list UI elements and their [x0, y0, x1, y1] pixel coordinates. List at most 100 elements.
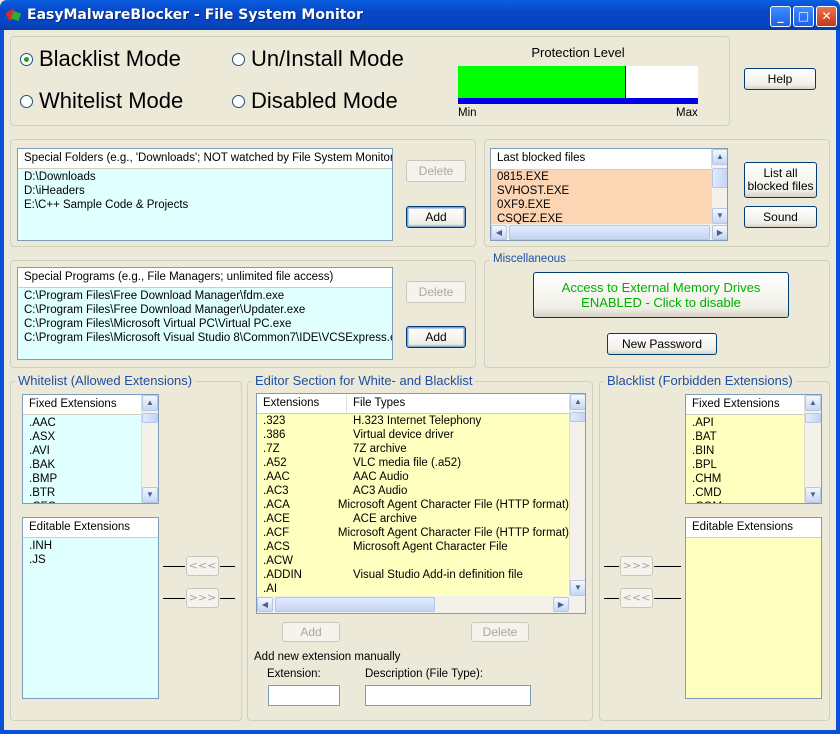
special-program-item[interactable]: C:\Program Files\Microsoft Visual Studio… [18, 331, 392, 345]
whitelist-fixed-vscroll[interactable]: ▲ ▼ [141, 395, 158, 503]
whitelist-move-left-button[interactable]: <<< [186, 556, 219, 576]
blacklist-fixed-item[interactable]: .BAT [686, 430, 805, 444]
special-folders-list[interactable]: Special Folders (e.g., 'Downloads'; NOT … [17, 148, 393, 241]
whitelist-editable-list[interactable]: Editable Extensions .INH .JS [22, 517, 159, 699]
blacklist-fixed-item[interactable]: .CHM [686, 472, 805, 486]
scroll-down-arrow-icon[interactable]: ▼ [805, 487, 821, 503]
new-password-button[interactable]: New Password [607, 333, 717, 355]
special-programs-add-button[interactable]: Add [406, 326, 466, 348]
radio-icon [20, 94, 33, 108]
list-all-blocked-button[interactable]: List all blocked files [744, 162, 817, 198]
maximize-button[interactable]: □ [793, 6, 814, 27]
window-title: EasyMalwareBlocker - File System Monitor [27, 7, 363, 23]
special-program-item[interactable]: C:\Program Files\Microsoft Virtual PC\Vi… [18, 317, 392, 331]
blocked-file-item[interactable]: 0XF9.EXE [491, 198, 711, 212]
editor-delete-button[interactable]: Delete [471, 622, 529, 642]
scroll-left-arrow-icon[interactable]: ◀ [257, 597, 273, 612]
description-input[interactable] [365, 685, 531, 706]
editor-row[interactable]: .AAC AAC Audio [257, 470, 569, 484]
blacklist-editable-list[interactable]: Editable Extensions [685, 517, 822, 699]
minimize-button[interactable]: _ [770, 6, 791, 27]
close-button[interactable]: ✕ [816, 6, 837, 27]
whitelist-editable-item[interactable]: .INH [23, 539, 158, 553]
special-folder-item[interactable]: D:\iHeaders [18, 184, 392, 198]
blocked-hscroll[interactable]: ◀ ▶ [491, 224, 727, 240]
editor-row[interactable]: .ACE ACE archive [257, 512, 569, 526]
scroll-thumb[interactable] [712, 168, 727, 188]
scroll-left-arrow-icon[interactable]: ◀ [491, 225, 507, 240]
blacklist-fixed-item[interactable]: .COM [686, 500, 805, 503]
blacklist-fixed-item[interactable]: .CMD [686, 486, 805, 500]
whitelist-move-right-button[interactable]: >>> [186, 588, 219, 608]
special-folder-item[interactable]: E:\C++ Sample Code & Projects [18, 198, 392, 212]
editor-row-filetype: H.323 Internet Telephony [353, 415, 482, 427]
scroll-up-arrow-icon[interactable]: ▲ [805, 395, 821, 411]
blocked-vscroll[interactable]: ▲ ▼ [711, 149, 727, 224]
whitelist-editable-item[interactable]: .JS [23, 553, 158, 567]
blacklist-fixed-item[interactable]: .BPL [686, 458, 805, 472]
editor-col-extensions[interactable]: Extensions [257, 394, 347, 413]
scroll-down-arrow-icon[interactable]: ▼ [142, 487, 158, 503]
whitelist-fixed-item[interactable]: .CFG [23, 500, 142, 503]
editor-row[interactable]: .ACS Microsoft Agent Character File [257, 540, 569, 554]
sound-button[interactable]: Sound [744, 206, 817, 228]
help-button[interactable]: Help [744, 68, 816, 90]
scroll-right-arrow-icon[interactable]: ▶ [712, 225, 727, 240]
blocked-file-item[interactable]: SVHOST.EXE [491, 184, 711, 198]
editor-col-filetypes[interactable]: File Types [347, 394, 569, 413]
external-drives-toggle-button[interactable]: Access to External Memory Drives ENABLED… [533, 272, 789, 318]
blocked-files-list[interactable]: Last blocked files 0815.EXE SVHOST.EXE 0XF… [490, 148, 728, 241]
editor-extensions-table[interactable]: Extensions File Types .323 H.323 Internet… [256, 393, 586, 614]
hscroll-thumb[interactable] [509, 225, 710, 240]
special-folders-delete-button[interactable]: Delete [406, 160, 466, 182]
scroll-thumb[interactable] [570, 412, 585, 422]
blacklist-fixed-item[interactable]: .BIN [686, 444, 805, 458]
whitelist-fixed-item[interactable]: .BTR [23, 486, 142, 500]
editor-row[interactable]: .ACA Microsoft Agent Character File (HTTP… [257, 498, 569, 512]
whitelist-fixed-item[interactable]: .BMP [23, 472, 142, 486]
whitelist-fixed-item[interactable]: .AVI [23, 444, 142, 458]
scroll-down-arrow-icon[interactable]: ▼ [570, 580, 585, 596]
blacklist-move-right-button[interactable]: >>> [620, 556, 653, 576]
scroll-thumb[interactable] [142, 413, 158, 423]
special-program-item[interactable]: C:\Program Files\Free Download Manager\U… [18, 303, 392, 317]
whitelist-fixed-item[interactable]: .AAC [23, 416, 142, 430]
blacklist-move-left-button[interactable]: <<< [620, 588, 653, 608]
editor-hscroll[interactable]: ◀ ▶ [257, 596, 585, 613]
special-folders-add-button[interactable]: Add [406, 206, 466, 228]
editor-row[interactable]: .ACF Microsoft Agent Character File (HTTP… [257, 526, 569, 540]
scroll-up-arrow-icon[interactable]: ▲ [712, 149, 727, 165]
scroll-right-arrow-icon[interactable]: ▶ [553, 597, 569, 612]
scroll-up-arrow-icon[interactable]: ▲ [570, 394, 585, 410]
editor-vscroll[interactable]: ▲ ▼ [569, 394, 585, 596]
editor-add-button[interactable]: Add [282, 622, 340, 642]
scroll-up-arrow-icon[interactable]: ▲ [142, 395, 158, 411]
blocked-file-item[interactable]: 0815.EXE [491, 170, 711, 184]
special-folder-item[interactable]: D:\Downloads [18, 170, 392, 184]
editor-row[interactable]: .323 H.323 Internet Telephony [257, 414, 569, 428]
editor-row[interactable]: .AC3 AC3 Audio [257, 484, 569, 498]
editor-row[interactable]: .ACW [257, 554, 569, 568]
whitelist-mode-radio[interactable]: Whitelist Mode [20, 88, 183, 114]
whitelist-fixed-item[interactable]: .ASX [23, 430, 142, 444]
scroll-thumb[interactable] [805, 413, 821, 423]
blacklist-mode-radio[interactable]: Blacklist Mode [20, 46, 181, 72]
blacklist-fixed-item[interactable]: .API [686, 416, 805, 430]
uninstall-mode-radio[interactable]: Un/Install Mode [232, 46, 404, 72]
special-programs-list[interactable]: Special Programs (e.g., File Managers; u… [17, 267, 393, 360]
editor-row[interactable]: .A52 VLC media file (.a52) [257, 456, 569, 470]
blacklist-fixed-list[interactable]: Fixed Extensions .API .BAT .BIN .BPL .CHM .CM… [685, 394, 822, 504]
scroll-down-arrow-icon[interactable]: ▼ [712, 208, 727, 224]
extension-input[interactable] [268, 685, 340, 706]
whitelist-fixed-item[interactable]: .BAK [23, 458, 142, 472]
blacklist-fixed-vscroll[interactable]: ▲ ▼ [804, 395, 821, 503]
special-program-item[interactable]: C:\Program Files\Free Download Manager\f… [18, 289, 392, 303]
hscroll-thumb[interactable] [275, 597, 435, 612]
disabled-mode-radio[interactable]: Disabled Mode [232, 88, 398, 114]
editor-row[interactable]: .7Z 7Z archive [257, 442, 569, 456]
editor-row[interactable]: .ADDIN Visual Studio Add-in definition fi… [257, 568, 569, 582]
editor-row[interactable]: .AI [257, 582, 569, 596]
special-programs-delete-button[interactable]: Delete [406, 281, 466, 303]
editor-row[interactable]: .386 Virtual device driver [257, 428, 569, 442]
whitelist-fixed-list[interactable]: Fixed Extensions .AAC .ASX .AVI .BAK .BMP .BT… [22, 394, 159, 504]
